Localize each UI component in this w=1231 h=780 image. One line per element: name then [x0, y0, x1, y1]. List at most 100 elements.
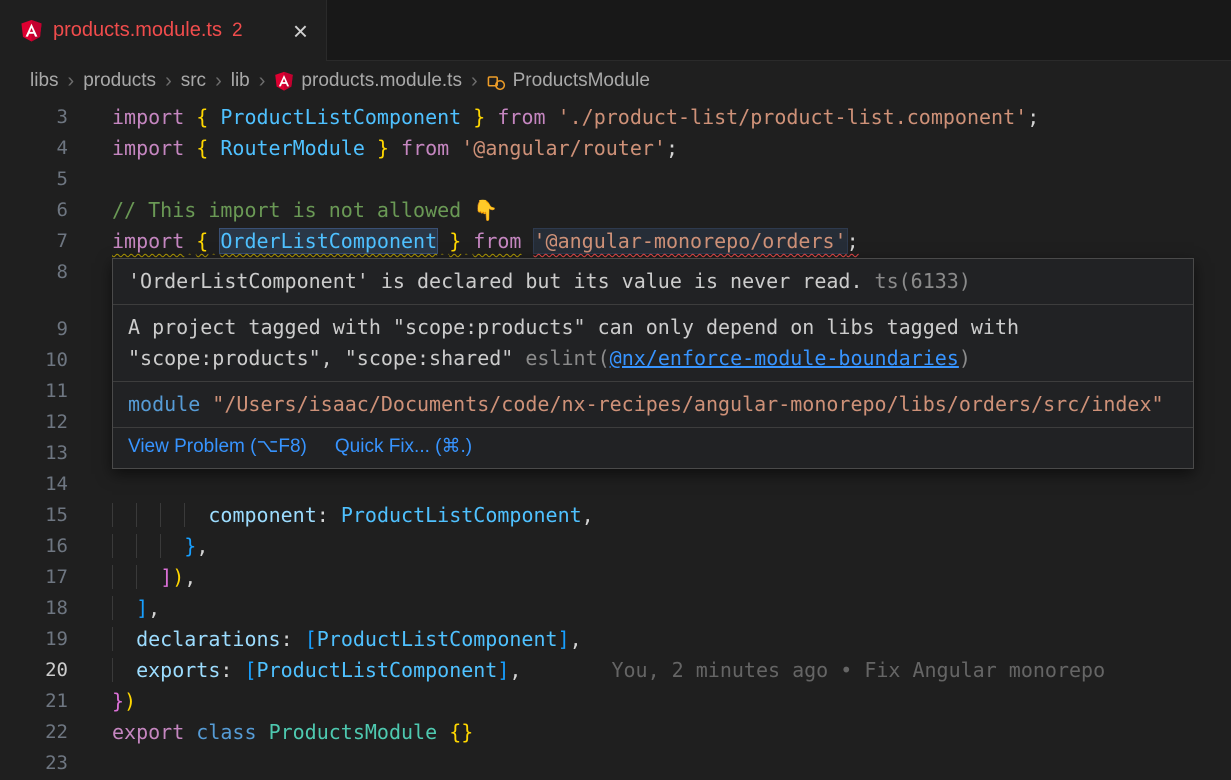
token: ] [497, 658, 509, 682]
line-number: 7 [0, 226, 68, 257]
code-line-22[interactable]: 22export class ProductsModule {} [0, 717, 1231, 748]
token: class [196, 720, 256, 744]
code-line-17[interactable]: 17 ]), [0, 562, 1231, 593]
token [485, 105, 497, 129]
token: ] [160, 565, 172, 589]
breadcrumb-item-productsmodule[interactable]: ProductsModule [487, 70, 650, 92]
code-line-19[interactable]: 19 declarations: [ProductListComponent], [0, 624, 1231, 655]
tab-close-icon[interactable]: × [293, 21, 308, 41]
token: , [582, 503, 594, 527]
token: } [473, 105, 485, 129]
code-line-6[interactable]: 6// This import is not allowed 👇 [0, 195, 1231, 226]
token [257, 720, 269, 744]
token: } [377, 136, 389, 160]
line-content: import { RouterModule } from '@angular/r… [112, 133, 678, 164]
token: { [196, 136, 208, 160]
token [112, 658, 136, 682]
line-content: // This import is not allowed 👇 [112, 195, 498, 226]
tab-products-module[interactable]: products.module.ts 2 × [0, 0, 327, 61]
token: : [220, 658, 232, 682]
token [184, 720, 196, 744]
token [112, 596, 136, 620]
code-line-20[interactable]: 20 exports: [ProductListComponent],You, … [0, 655, 1231, 686]
module-keyword: module [128, 392, 200, 416]
token: ; [847, 229, 859, 253]
code-line-23[interactable]: 23 [0, 748, 1231, 779]
editor[interactable]: 3import { ProductListComponent } from '.… [0, 101, 1231, 780]
code-line-18[interactable]: 18 ], [0, 593, 1231, 624]
line-number: 14 [0, 469, 68, 500]
token [136, 565, 160, 589]
breadcrumb-label: ProductsModule [513, 70, 650, 92]
token: , [509, 658, 521, 682]
token: declarations [136, 627, 281, 651]
code-line-5[interactable]: 5 [0, 164, 1231, 195]
token: import [112, 229, 184, 253]
token: ] [136, 596, 148, 620]
code-line-14[interactable]: 14 [0, 469, 1231, 500]
token [184, 136, 196, 160]
token: } [184, 534, 196, 558]
breadcrumb-item-products[interactable]: products [83, 70, 156, 92]
popup-ts-message: 'OrderListComponent' is declared but its… [113, 259, 1193, 305]
token [112, 565, 136, 589]
popup-actions: View Problem (⌥F8) Quick Fix... (⌘.) [113, 428, 1193, 468]
code-line-16[interactable]: 16 }, [0, 531, 1231, 562]
tab-error-count: 2 [232, 20, 243, 42]
breadcrumb-label: src [181, 70, 206, 92]
quick-fix-link[interactable]: Quick Fix... (⌘.) [335, 433, 472, 461]
token: : [281, 627, 293, 651]
line-number: 19 [0, 624, 68, 655]
line-number: 10 [0, 345, 68, 376]
line-number: 12 [0, 407, 68, 438]
git-blame-annotation: You, 2 minutes ago • Fix Angular monorep… [611, 658, 1105, 682]
line-number: 15 [0, 500, 68, 531]
token [232, 658, 244, 682]
token: import [112, 136, 184, 160]
code-line-4[interactable]: 4import { RouterModule } from '@angular/… [0, 133, 1231, 164]
token [365, 136, 377, 160]
token: component [208, 503, 316, 527]
eslint-rule-link[interactable]: @nx/enforce-module-boundaries [610, 346, 959, 370]
view-problem-link[interactable]: View Problem (⌥F8) [128, 433, 307, 461]
breadcrumb-item-products-module-ts[interactable]: products.module.ts [274, 70, 462, 92]
breadcrumb-separator-icon: › [68, 70, 75, 93]
token [461, 229, 473, 253]
eslint-source-suffix: ) [959, 346, 971, 370]
token [136, 534, 160, 558]
token: , [570, 627, 582, 651]
token: ; [666, 136, 678, 160]
token: from [497, 105, 545, 129]
token [160, 503, 184, 527]
code-line-15[interactable]: 15 component: ProductListComponent, [0, 500, 1231, 531]
token: RouterModule [220, 136, 365, 160]
line-number: 3 [0, 102, 68, 133]
line-number: 23 [0, 748, 68, 779]
token [449, 136, 461, 160]
token: ) [172, 565, 184, 589]
code-line-21[interactable]: 21}) [0, 686, 1231, 717]
token: ProductListComponent [257, 658, 498, 682]
code-line-3[interactable]: 3import { ProductListComponent } from '.… [0, 102, 1231, 133]
breadcrumb-item-libs[interactable]: libs [30, 70, 59, 92]
breadcrumb-item-src[interactable]: src [181, 70, 206, 92]
line-content: import { OrderListComponent } from '@ang… [112, 226, 859, 257]
token [437, 720, 449, 744]
popup-eslint-message: A project tagged with "scope:products" c… [113, 305, 1193, 382]
breadcrumb-label: products.module.ts [301, 70, 462, 92]
token [184, 105, 196, 129]
ts-diagnostic-text: 'OrderListComponent' is declared but its… [128, 269, 863, 293]
eslint-source-prefix: eslint( [525, 346, 609, 370]
token: ) [124, 689, 136, 713]
breadcrumb-item-lib[interactable]: lib [231, 70, 250, 92]
line-content: }, [112, 531, 208, 562]
token [329, 503, 341, 527]
token: [ [305, 627, 317, 651]
line-number: 8 [0, 257, 68, 288]
code-line-7[interactable]: 7 import { OrderListComponent } from '@an… [0, 226, 1231, 257]
breadcrumb-separator-icon: › [259, 70, 266, 93]
token [389, 136, 401, 160]
token: ] [558, 627, 570, 651]
token: OrderListComponent [220, 229, 437, 253]
hover-popup: 'OrderListComponent' is declared but its… [112, 258, 1194, 469]
